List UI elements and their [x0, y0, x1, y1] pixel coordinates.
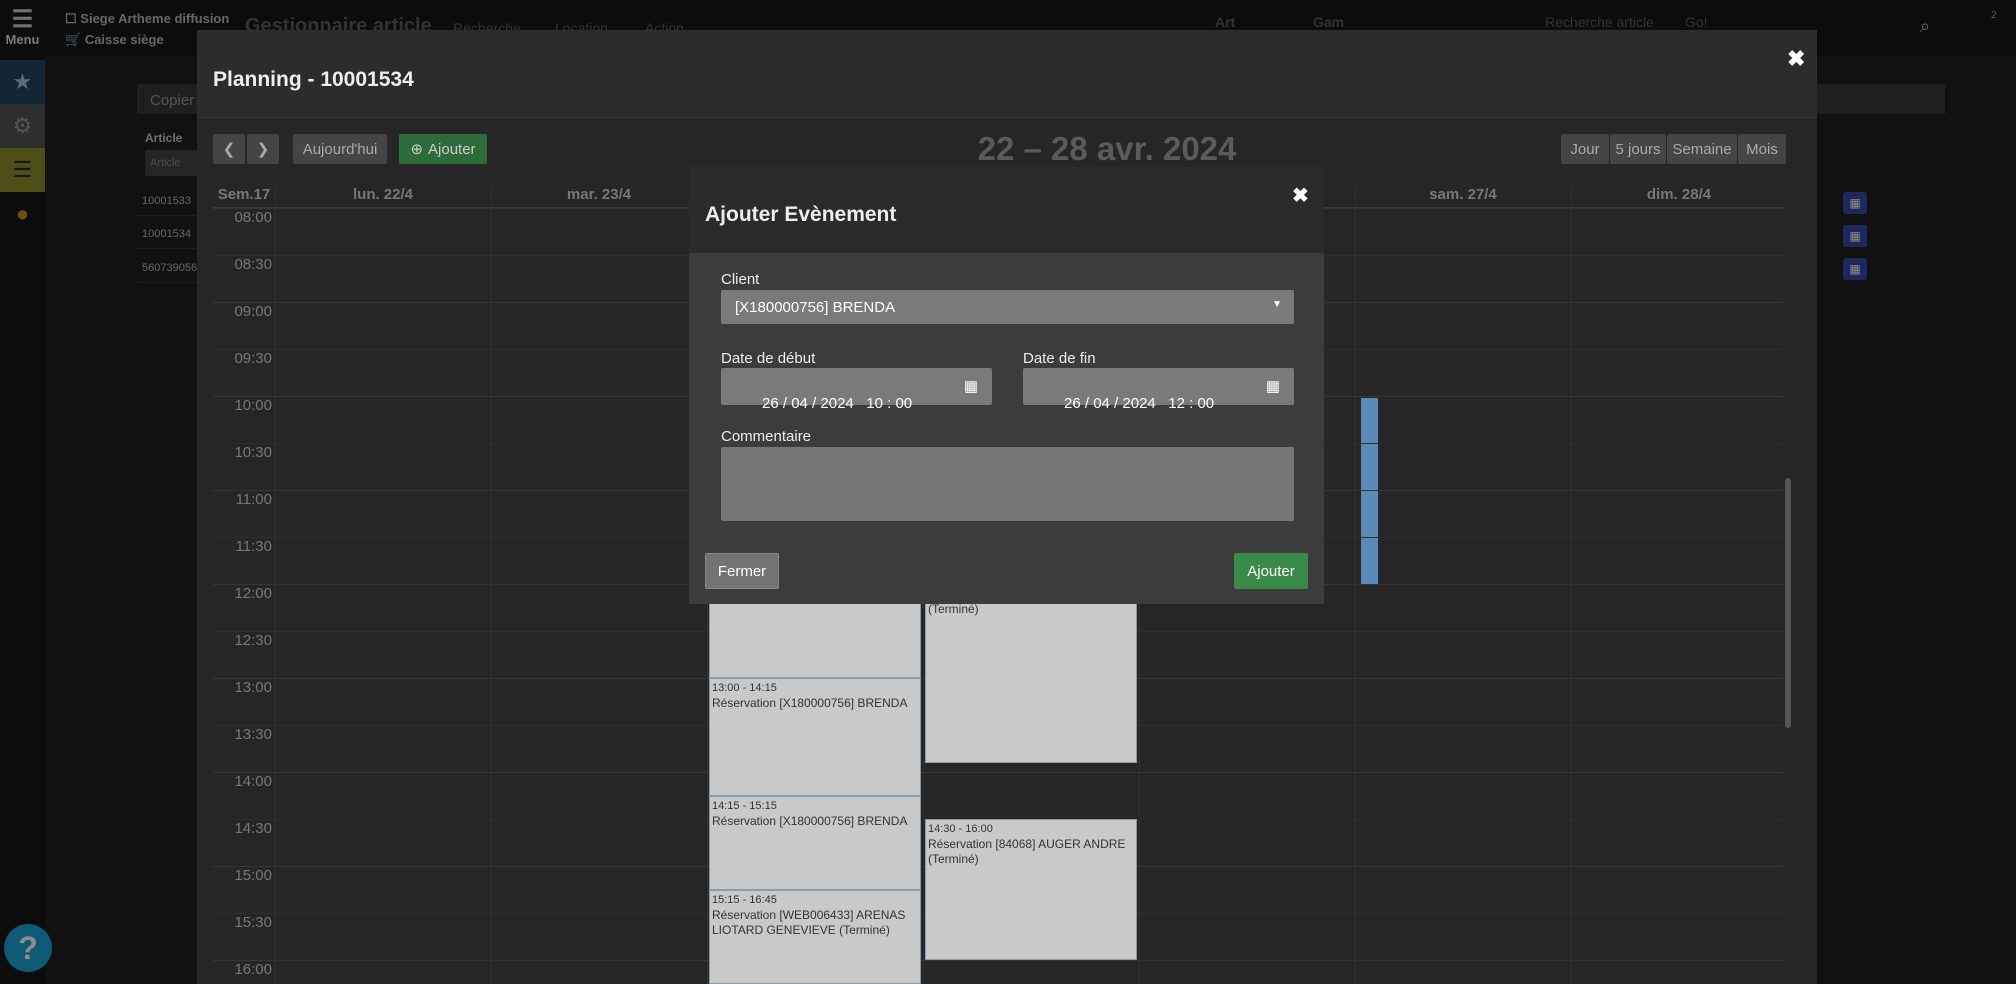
day-column-divider	[275, 186, 276, 984]
time-label: 09:30	[234, 350, 272, 367]
calendar-event[interactable]: 14:15 - 15:15 Réservation [X180000756] BR…	[709, 795, 921, 890]
view-week-button[interactable]: Semaine	[1667, 134, 1737, 164]
day-column-header: mar. 23/4	[566, 186, 632, 203]
event-title: Réservation [WEB006433] ARENAS LIOTARD G…	[712, 907, 906, 937]
time-label: 09:00	[234, 303, 272, 320]
time-label: 10:00	[234, 397, 272, 414]
comment-label: Commentaire	[721, 428, 812, 445]
planning-title: Planning - 10001534	[213, 68, 414, 91]
event-time: 14:30 - 16:00	[928, 823, 993, 835]
event-time: 15:15 - 16:45	[712, 893, 777, 906]
comment-textarea[interactable]	[721, 447, 1294, 521]
time-label: 14:00	[234, 773, 272, 790]
prev-button[interactable]: ❮	[213, 134, 245, 164]
start-date-input[interactable]: 26 / 04 / 2024 10 : 00 ▦	[721, 368, 992, 412]
close-button[interactable]: Fermer	[705, 553, 779, 589]
next-button[interactable]: ❯	[247, 134, 279, 164]
time-label: 08:00	[234, 209, 272, 226]
time-label: 13:30	[234, 726, 272, 743]
event-title: Réservation [84068] AUGER ANDRE (Terminé…	[928, 837, 1126, 866]
add-event-button[interactable]: ⊕ Ajouter	[399, 134, 487, 164]
time-label: 12:30	[234, 632, 272, 649]
time-label: 15:00	[234, 867, 272, 884]
client-label: Client	[721, 271, 760, 288]
calendar-event[interactable]: 14:30 - 16:00 Réservation [84068] AUGER A…	[925, 819, 1137, 960]
dialog-header: Ajouter Evènement ✖	[689, 167, 1324, 253]
time-label: 11:30	[235, 538, 272, 555]
event-time: 14:15 - 15:15	[712, 799, 777, 812]
event-title: Réservation [X180000756] BRENDA	[712, 813, 908, 828]
chevron-right-icon: ❯	[256, 141, 270, 158]
time-label: 16:00	[234, 961, 272, 978]
day-column-divider	[1571, 186, 1572, 984]
day-column-header: lun. 22/4	[352, 186, 414, 203]
calendar-event[interactable]: 15:15 - 16:45 Réservation [WEB006433] ARE…	[709, 889, 921, 984]
close-icon[interactable]: ✖	[1787, 46, 1805, 72]
plus-circle-icon: ⊕	[410, 141, 424, 158]
time-label: 13:00	[234, 679, 272, 696]
view-day-button[interactable]: Jour	[1561, 134, 1609, 164]
end-date-input[interactable]: 26 / 04 / 2024 12 : 00 ▦	[1023, 368, 1294, 412]
time-label: 14:30	[234, 820, 272, 837]
day-column-divider	[1355, 186, 1356, 984]
app: ☰ Menu ★ ⚙ ☰ ● ☐ Siege Artheme diffusion…	[0, 0, 2016, 984]
end-date-label: Date de fin	[1023, 350, 1096, 367]
start-date-label: Date de début	[721, 350, 816, 367]
event-time: 13:00 - 14:15	[712, 682, 777, 694]
submit-add-button[interactable]: Ajouter	[1234, 553, 1308, 589]
week-number-label: Sem.17	[217, 186, 271, 203]
add-event-dialog: Ajouter Evènement ✖ Client [X180000756] …	[689, 167, 1324, 604]
planning-header: Planning - 10001534 ✖	[197, 30, 1817, 118]
time-slot-line	[213, 960, 1783, 961]
time-label: 10:30	[234, 444, 272, 461]
close-icon[interactable]: ✖	[1292, 183, 1309, 208]
view-month-button[interactable]: Mois	[1738, 134, 1786, 164]
calendar-scrollbar[interactable]	[1785, 478, 1791, 728]
today-button[interactable]: Aujourd'hui	[293, 134, 387, 164]
time-label: 11:00	[235, 491, 272, 508]
client-select[interactable]: [X180000756] BRENDA ▼	[721, 290, 1294, 324]
calendar-icon[interactable]: ▦	[964, 377, 978, 395]
calendar-range-title: 22 – 28 avr. 2024	[977, 130, 1237, 167]
event-title: Réservation [X180000756] BRENDA	[712, 696, 908, 710]
time-slot-line	[213, 772, 1783, 773]
dialog-title: Ajouter Evènement	[705, 203, 897, 226]
time-label: 15:30	[234, 914, 272, 931]
chevron-left-icon: ❮	[222, 141, 236, 158]
day-column-divider	[491, 186, 492, 984]
caret-down-icon: ▼	[1272, 299, 1282, 310]
calendar-event[interactable]: 13:00 - 14:15 Réservation [X180000756] BR…	[709, 678, 921, 796]
calendar-event-partial[interactable]	[1361, 398, 1378, 584]
calendar-event[interactable]: Réservation [X180000756] BRENDA (Terminé…	[925, 584, 1137, 763]
time-label: 12:00	[234, 585, 272, 602]
view-5days-button[interactable]: 5 jours	[1610, 134, 1666, 164]
day-column-header: dim. 28/4	[1646, 186, 1712, 203]
time-label: 08:30	[234, 256, 272, 273]
calendar-icon[interactable]: ▦	[1266, 377, 1280, 395]
day-column-header: sam. 27/4	[1429, 186, 1497, 203]
